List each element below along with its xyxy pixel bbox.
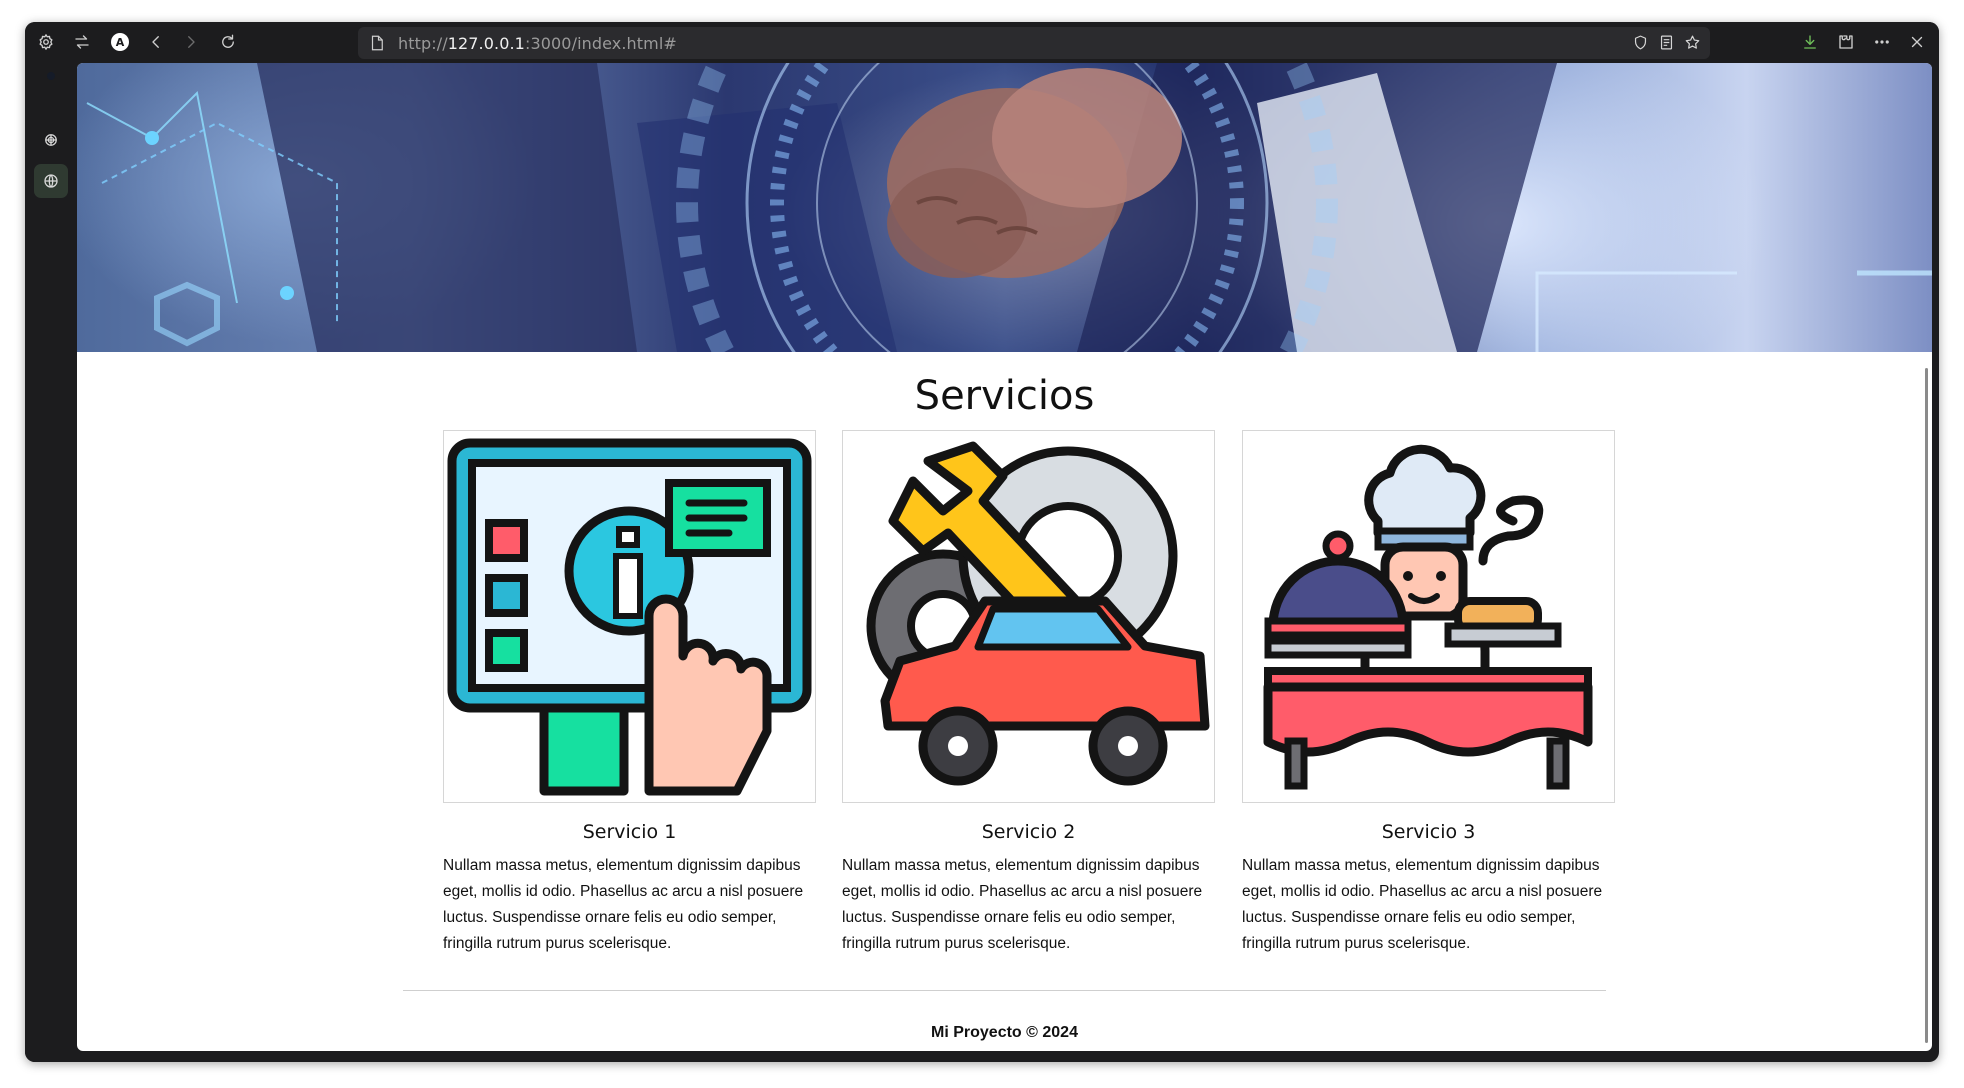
web-page: Servicios Servicio 1 Nullam massa metus,… <box>77 63 1932 1051</box>
browser-sidebar: + <box>25 62 77 1062</box>
settings-gear-icon[interactable] <box>34 30 58 54</box>
url-text[interactable]: http://127.0.0.1:3000/index.html# <box>398 34 677 53</box>
service-card-1: Servicio 1 Nullam massa metus, elementum… <box>443 430 816 957</box>
more-menu-icon[interactable] <box>1870 30 1894 54</box>
service-text-3: Nullam massa metus, elementum dignissim … <box>1242 857 1603 952</box>
profile-avatar[interactable]: A <box>108 30 132 54</box>
service-title-2: Servicio 2 <box>981 821 1076 843</box>
back-chevron-icon[interactable] <box>144 30 168 54</box>
chef-catering-buffet-icon <box>1263 444 1593 790</box>
download-icon[interactable] <box>1798 30 1822 54</box>
page-scrollbar[interactable] <box>1925 368 1928 1043</box>
browser-toolbar: A http://127.0.0.1:3000/index.html# <box>25 22 1939 62</box>
service-text-2: Nullam massa metus, elementum dignissim … <box>842 857 1203 952</box>
shield-icon[interactable] <box>1629 31 1651 53</box>
ai-spiral-icon <box>45 134 57 146</box>
sidebar-indicator-dot <box>47 72 55 80</box>
close-window-icon[interactable] <box>1905 30 1929 54</box>
info-touch-screen-icon <box>447 438 812 796</box>
globe-icon <box>44 174 58 188</box>
sidebar-item-ai-chat[interactable] <box>34 123 68 157</box>
reader-view-icon[interactable] <box>1655 31 1677 53</box>
reload-icon[interactable] <box>216 30 240 54</box>
footer-divider <box>403 990 1606 991</box>
service-text-1: Nullam massa metus, elementum dignissim … <box>443 857 804 952</box>
address-bar[interactable]: http://127.0.0.1:3000/index.html# <box>358 27 1710 59</box>
service-image-2 <box>842 430 1215 803</box>
url-host: 127.0.0.1 <box>447 34 525 53</box>
service-card-2: Servicio 2 Nullam massa metus, elementum… <box>842 430 1215 957</box>
car-repair-wrench-gear-icon <box>866 441 1210 786</box>
hero-banner <box>77 63 1932 352</box>
sync-arrows-icon[interactable] <box>70 30 94 54</box>
page-title: Servicios <box>914 373 1095 419</box>
service-card-3: Servicio 3 Nullam massa metus, elementum… <box>1242 430 1615 957</box>
bookmark-star-icon[interactable] <box>1681 31 1703 53</box>
extensions-puzzle-icon[interactable] <box>1834 30 1858 54</box>
profile-initial: A <box>111 33 129 51</box>
page-document-icon <box>368 34 386 52</box>
service-title-3: Servicio 3 <box>1381 821 1476 843</box>
service-title-1: Servicio 1 <box>582 821 677 843</box>
url-scheme: http:// <box>398 34 448 53</box>
sidebar-item-web[interactable] <box>34 164 68 198</box>
service-image-1 <box>443 430 816 803</box>
hero-fist-bump-image <box>86 63 1932 352</box>
service-image-3 <box>1242 430 1615 803</box>
browser-window: A http://127.0.0.1:3000/index.html# Serv… <box>25 22 1939 1062</box>
forward-chevron-icon[interactable] <box>179 30 203 54</box>
footer-text: Mi Proyecto © 2024 <box>931 1024 1078 1041</box>
url-path: :3000/index.html# <box>524 34 677 53</box>
